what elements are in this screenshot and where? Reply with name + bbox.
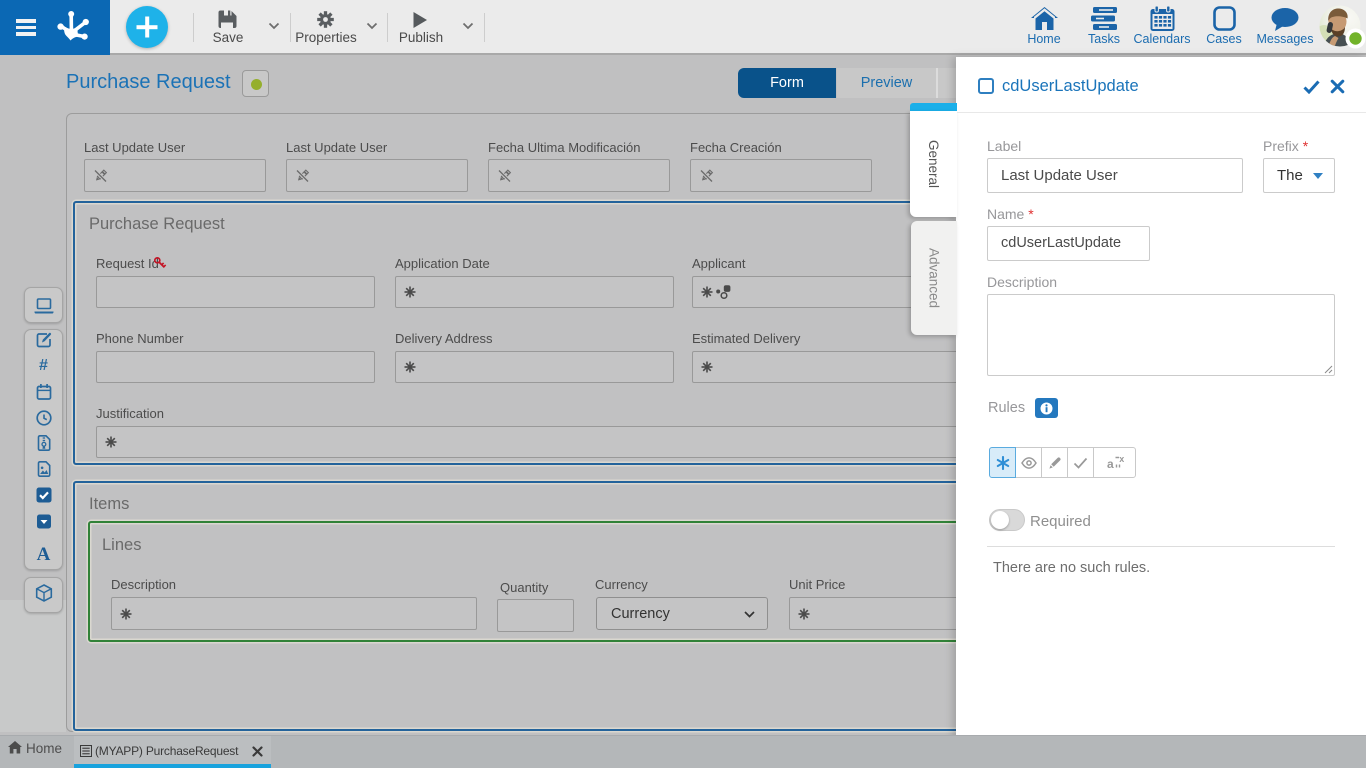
svg-text:a: a: [1107, 457, 1114, 471]
svg-text:x: x: [1119, 455, 1124, 464]
